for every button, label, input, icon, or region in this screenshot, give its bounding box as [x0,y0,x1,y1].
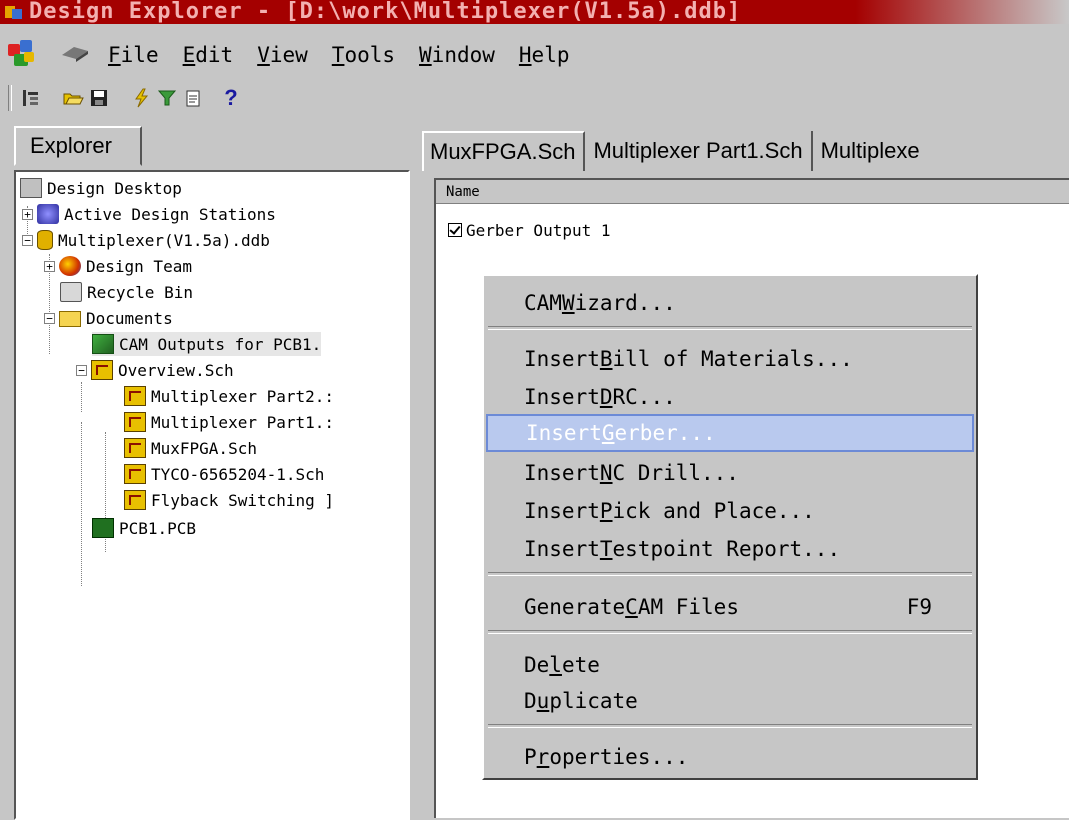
menu-separator [488,630,972,634]
schematic-icon [124,412,146,432]
menu-item-insert-testpoint-report[interactable]: Insert Testpoint Report... [486,530,974,568]
desktop-icon [20,178,42,198]
back-arrow-icon[interactable] [60,45,90,65]
database-icon [37,230,53,250]
tree-item-design-desktop[interactable]: Design Desktop [20,176,182,200]
tree-item-flyback[interactable]: Flyback Switching ] [124,488,334,512]
schematic-icon [124,490,146,510]
menu-item-insert-nc-drill[interactable]: Insert NC Drill... [486,454,974,492]
document-tabs: MuxFPGA.Sch Multiplexer Part1.Sch Multip… [422,126,1069,176]
menu-separator [488,724,972,728]
tab-multiplexer-part1[interactable]: Multiplexer Part1.Sch [585,131,813,171]
app-icon [3,3,25,21]
filter-icon[interactable] [154,85,180,111]
pcb-icon [92,518,114,538]
menu-window[interactable]: Window [419,43,495,67]
menu-bar: File Edit View Tools Window Help [0,32,1069,78]
client-logo-icon[interactable] [8,40,38,70]
menu-item-insert-drc[interactable]: Insert D RC... [486,378,974,416]
window-title: Design Explorer - [D:\work\Multiplexer(V… [29,0,742,24]
menu-item-insert-bom[interactable]: Insert Bill of Materials... [486,340,974,378]
tab-explorer[interactable]: Explorer [14,126,142,166]
menu-item-cam-wizard[interactable]: CAM Wizard... [486,284,974,322]
collapse-icon[interactable]: − [22,234,33,246]
schematic-icon [124,464,146,484]
tree-item-multiplexer-part2[interactable]: Multiplexer Part2.: [124,384,334,408]
menu-help[interactable]: Help [519,43,570,67]
schematic-icon [124,386,146,406]
explorer-toggle-icon[interactable] [18,85,44,111]
menu-item-delete[interactable]: De l ete [486,646,974,684]
menu-item-insert-pick-and-place[interactable]: Insert Pick and Place... [486,492,974,530]
tab-muxfpga[interactable]: MuxFPGA.Sch [422,131,586,171]
open-folder-icon[interactable] [60,85,86,111]
tree-item-active-design-stations[interactable]: + Active Design Stations [22,202,276,226]
save-icon[interactable] [86,85,112,111]
tree-item-pcb1[interactable]: PCB1.PCB [92,516,196,540]
shortcut-f9: F9 [906,595,932,619]
expand-icon[interactable]: + [44,260,55,272]
schematic-icon [91,360,113,380]
tree-item-muxfpga[interactable]: MuxFPGA.Sch [124,436,257,460]
explorer-tree[interactable]: Design Desktop + Active Design Stations … [14,170,410,820]
team-icon [59,256,81,276]
column-header-name[interactable]: Name [436,180,1069,204]
tree-item-tyco[interactable]: TYCO-6565204-1.Sch [124,462,324,486]
tree-item-multiplexer-part1[interactable]: Multiplexer Part1.: [124,410,334,434]
menu-view[interactable]: View [257,43,308,67]
menu-item-duplicate[interactable]: Du plicate [486,682,974,720]
collapse-icon[interactable]: − [44,312,55,324]
menu-file[interactable]: File [108,43,159,67]
tree-item-multiplexer-ddb[interactable]: − Multiplexer(V1.5a).ddb [22,228,270,252]
recycle-bin-icon [60,282,82,302]
menu-separator [488,572,972,576]
toolbar-grip[interactable] [8,85,12,111]
lightning-icon[interactable] [128,85,154,111]
schematic-icon [124,438,146,458]
context-menu: CAM Wizard... Insert Bill of Materials..… [482,274,978,780]
explorer-panel: Explorer Design Desktop + Active Design … [14,126,410,820]
toolbar: ? [0,80,1069,116]
new-doc-icon[interactable] [180,85,206,111]
tab-multiplexer-truncated[interactable]: Multiplexe [813,131,928,171]
folder-icon [59,311,81,327]
tree-item-design-team[interactable]: + Design Team [44,254,192,278]
station-icon [37,204,59,224]
menu-tools[interactable]: Tools [332,43,395,67]
checkbox[interactable] [448,223,462,237]
menu-separator [488,326,972,330]
menu-item-generate-cam-files[interactable]: Generate C AM Files F9 [486,588,974,626]
expand-icon[interactable]: + [22,208,33,220]
menu-item-properties[interactable]: Pr operties... [486,738,974,776]
tree-item-recycle-bin[interactable]: Recycle Bin [60,280,193,304]
tree-item-cam-outputs[interactable]: CAM Outputs for PCB1. [92,332,322,356]
cam-icon [92,334,114,354]
collapse-icon[interactable]: − [76,364,87,376]
menu-item-insert-gerber[interactable]: Insert Gerber... [486,414,974,452]
list-item[interactable]: Gerber Output 1 [448,220,611,240]
menu-edit[interactable]: Edit [183,43,234,67]
help-icon[interactable]: ? [218,85,244,111]
title-bar[interactable]: Design Explorer - [D:\work\Multiplexer(V… [0,0,1069,24]
tree-item-documents[interactable]: − Documents [44,306,173,330]
tree-item-overview-sch[interactable]: − Overview.Sch [76,358,234,382]
